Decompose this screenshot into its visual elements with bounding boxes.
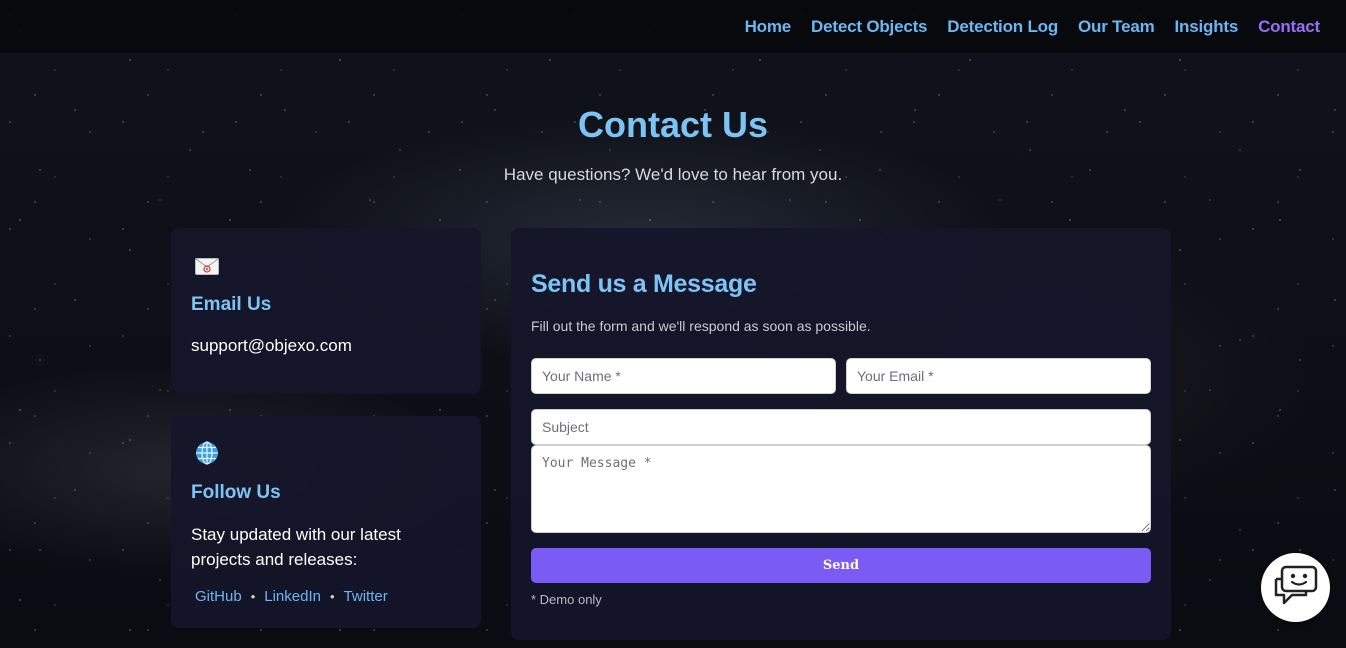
send-button[interactable]: Send xyxy=(531,548,1151,583)
name-input[interactable] xyxy=(531,358,836,394)
subject-input[interactable] xyxy=(531,409,1151,445)
demo-note: * Demo only xyxy=(531,592,602,607)
follow-card-text: Stay updated with our latest projects an… xyxy=(191,525,401,569)
linkedin-link[interactable]: LinkedIn xyxy=(264,588,321,605)
contact-form-card: Send us a Message Fill out the form and … xyxy=(511,228,1171,640)
twitter-link[interactable]: Twitter xyxy=(344,588,388,605)
email-card: Email Us support@objexo.com xyxy=(171,228,481,394)
github-link[interactable]: GitHub xyxy=(195,588,242,605)
form-heading: Send us a Message xyxy=(531,270,757,298)
email-input[interactable] xyxy=(846,358,1151,394)
message-textarea[interactable] xyxy=(531,445,1151,533)
page-subtitle: Have questions? We'd love to hear from y… xyxy=(503,165,843,184)
follow-card-heading: Follow Us xyxy=(191,482,281,503)
nav-link-contact[interactable]: Contact xyxy=(1258,17,1320,37)
follow-card: Follow Us Stay updated with our latest p… xyxy=(171,416,481,628)
form-description: Fill out the form and we'll respond as s… xyxy=(531,318,871,334)
nav-link-our-team[interactable]: Our Team xyxy=(1078,17,1155,37)
page-title: Contact Us xyxy=(577,104,769,145)
nav-link-detect-objects[interactable]: Detect Objects xyxy=(811,17,927,37)
contact-page: Contact Us Have questions? We'd love to … xyxy=(0,0,1346,648)
support-email[interactable]: support@objexo.com xyxy=(191,336,352,356)
top-navbar: Home Detect Objects Detection Log Our Te… xyxy=(0,0,1346,53)
email-card-heading: Email Us xyxy=(191,294,272,315)
chatbot-icon xyxy=(1272,565,1320,611)
chatbot-button[interactable] xyxy=(1261,553,1330,622)
nav-link-home[interactable]: Home xyxy=(745,17,792,37)
nav-link-insights[interactable]: Insights xyxy=(1175,17,1239,37)
separator: • xyxy=(250,589,256,604)
social-links: GitHub • LinkedIn • Twitter xyxy=(195,588,388,605)
separator: • xyxy=(329,589,335,604)
nav-link-detection-log[interactable]: Detection Log xyxy=(947,17,1058,37)
envelope-icon xyxy=(195,258,219,275)
globe-icon xyxy=(195,441,219,465)
